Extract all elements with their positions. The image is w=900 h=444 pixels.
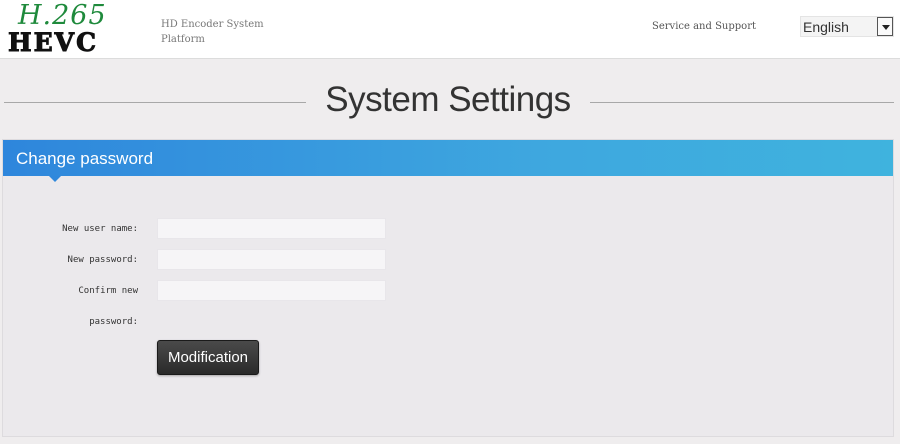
- header: H.265 HEVC HD Encoder System Platform Se…: [0, 0, 900, 59]
- chevron-down-icon[interactable]: [877, 17, 893, 36]
- new-username-label: New user name:: [62, 224, 138, 234]
- new-username-input[interactable]: [157, 218, 386, 239]
- panel-header-notch: [49, 176, 61, 182]
- platform-name: HD Encoder System Platform: [161, 19, 264, 45]
- language-selected-value: English: [803, 19, 849, 35]
- logo-h265-text: H.265: [18, 0, 107, 31]
- title-divider-left: [4, 102, 306, 103]
- page-title: System Settings: [325, 80, 571, 119]
- language-select[interactable]: English: [800, 16, 894, 37]
- confirm-password-label-line2: password:: [89, 317, 138, 327]
- panel-header: Change password: [3, 140, 893, 176]
- title-divider-right: [590, 102, 894, 103]
- service-support-link[interactable]: Service and Support: [652, 21, 756, 32]
- logo: H.265 HEVC: [8, 0, 133, 58]
- new-password-input[interactable]: [157, 249, 386, 270]
- modification-button[interactable]: Modification: [157, 340, 259, 375]
- new-password-label: New password:: [67, 255, 138, 265]
- panel-title: Change password: [16, 149, 154, 168]
- confirm-password-input[interactable]: [157, 280, 386, 301]
- confirm-password-label-line1: Confirm new: [78, 286, 138, 296]
- logo-hevc-text: HEVC: [8, 28, 98, 58]
